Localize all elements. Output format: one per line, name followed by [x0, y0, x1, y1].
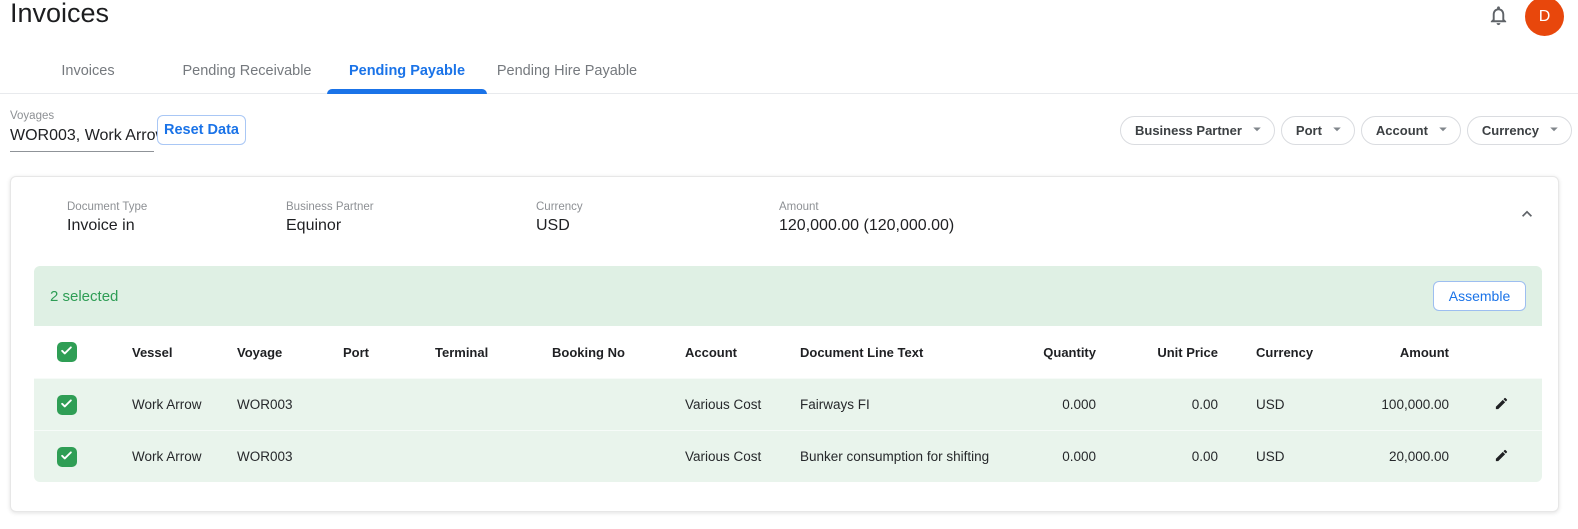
table-row: Work Arrow WOR003 Various Cost Bunker co… [34, 430, 1542, 482]
chip-label: Account [1376, 123, 1428, 138]
voyages-input[interactable]: WOR003, Work Arrow [10, 127, 154, 152]
tab-pending-payable[interactable]: Pending Payable [327, 48, 487, 94]
selection-bar: 2 selected Assemble [34, 266, 1542, 326]
column-header-voyage: Voyage [204, 345, 310, 360]
notifications-button[interactable] [1484, 3, 1512, 31]
summary-amount: Amount 120,000.00 (120,000.00) [779, 201, 954, 235]
cell-quantity: 0.000 [1007, 397, 1107, 412]
line-items-table: 2 selected Assemble Vessel Voyage Port T… [34, 266, 1542, 482]
edit-row-button[interactable] [1488, 444, 1514, 470]
pencil-icon [1494, 448, 1509, 466]
filter-chip-port[interactable]: Port [1281, 116, 1355, 145]
cell-quantity: 0.000 [1007, 449, 1107, 464]
summary-document-type: Document Type Invoice in [67, 201, 147, 235]
column-header-quantity: Quantity [1007, 345, 1107, 360]
cell-account: Various Cost [652, 397, 767, 412]
column-header-terminal: Terminal [402, 345, 519, 360]
table-row: Work Arrow WOR003 Various Cost Fairways … [34, 378, 1542, 430]
selected-count: 2 selected [50, 288, 118, 305]
row-checkbox[interactable] [57, 395, 77, 415]
tab-pending-hire-payable[interactable]: Pending Hire Payable [487, 48, 647, 94]
field-label: Business Partner [286, 201, 374, 213]
pencil-icon [1494, 396, 1509, 414]
filter-chips: Business Partner Port Account Currency [1120, 116, 1572, 145]
select-all-checkbox[interactable] [57, 342, 77, 362]
check-icon [59, 396, 74, 414]
chip-label: Business Partner [1135, 123, 1242, 138]
field-label: Currency [536, 201, 583, 213]
check-icon [59, 343, 74, 361]
cell-unit-price: 0.00 [1107, 397, 1229, 412]
filter-chip-currency[interactable]: Currency [1467, 116, 1572, 145]
chevron-down-icon [1434, 120, 1452, 141]
chevron-down-icon [1248, 120, 1266, 141]
filter-chip-account[interactable]: Account [1361, 116, 1461, 145]
cell-amount: 20,000.00 [1331, 449, 1460, 464]
cell-document-line-text: Fairways FI [767, 397, 1007, 412]
cell-currency: USD [1229, 397, 1331, 412]
user-avatar[interactable]: D [1525, 0, 1564, 36]
field-value: Invoice in [67, 217, 147, 235]
cell-voyage: WOR003 [204, 397, 310, 412]
invoice-group-card: Document Type Invoice in Business Partne… [10, 176, 1559, 512]
column-header-currency: Currency [1229, 345, 1331, 360]
column-header-port: Port [310, 345, 402, 360]
cell-document-line-text: Bunker consumption for shifting [767, 449, 1007, 464]
cell-currency: USD [1229, 449, 1331, 464]
page-title: Invoices [10, 0, 109, 29]
chip-label: Currency [1482, 123, 1539, 138]
cell-voyage: WOR003 [204, 449, 310, 464]
chevron-down-icon [1328, 120, 1346, 141]
summary-currency: Currency USD [536, 201, 583, 235]
reset-data-button[interactable]: Reset Data [157, 115, 246, 145]
summary-business-partner: Business Partner Equinor [286, 201, 374, 235]
table-header-row: Vessel Voyage Port Terminal Booking No A… [34, 326, 1542, 378]
assemble-button[interactable]: Assemble [1433, 281, 1526, 311]
chevron-down-icon [1545, 120, 1563, 141]
chip-label: Port [1296, 123, 1322, 138]
column-header-account: Account [652, 345, 767, 360]
cell-account: Various Cost [652, 449, 767, 464]
column-header-document-line-text: Document Line Text [767, 345, 1007, 360]
tab-bar: Invoices Pending Receivable Pending Paya… [0, 48, 1578, 94]
cell-vessel: Work Arrow [99, 397, 204, 412]
cell-vessel: Work Arrow [99, 449, 204, 464]
voyages-field-label: Voyages [10, 110, 54, 122]
field-label: Amount [779, 201, 954, 213]
edit-row-button[interactable] [1488, 392, 1514, 418]
field-label: Document Type [67, 201, 147, 213]
chevron-up-icon [1517, 204, 1537, 227]
bell-icon [1487, 4, 1510, 30]
column-header-vessel: Vessel [99, 345, 204, 360]
field-value: 120,000.00 (120,000.00) [779, 217, 954, 235]
column-header-unit-price: Unit Price [1107, 345, 1229, 360]
filter-chip-business-partner[interactable]: Business Partner [1120, 116, 1275, 145]
row-checkbox[interactable] [57, 447, 77, 467]
check-icon [59, 448, 74, 466]
tab-pending-receivable[interactable]: Pending Receivable [167, 48, 327, 94]
cell-unit-price: 0.00 [1107, 449, 1229, 464]
active-tab-indicator [327, 89, 487, 94]
field-value: USD [536, 217, 583, 235]
tab-invoices[interactable]: Invoices [36, 48, 140, 94]
column-header-booking-no: Booking No [519, 345, 652, 360]
column-header-amount: Amount [1331, 345, 1460, 360]
field-value: Equinor [286, 217, 374, 235]
cell-amount: 100,000.00 [1331, 397, 1460, 412]
collapse-card-button[interactable] [1513, 201, 1541, 229]
